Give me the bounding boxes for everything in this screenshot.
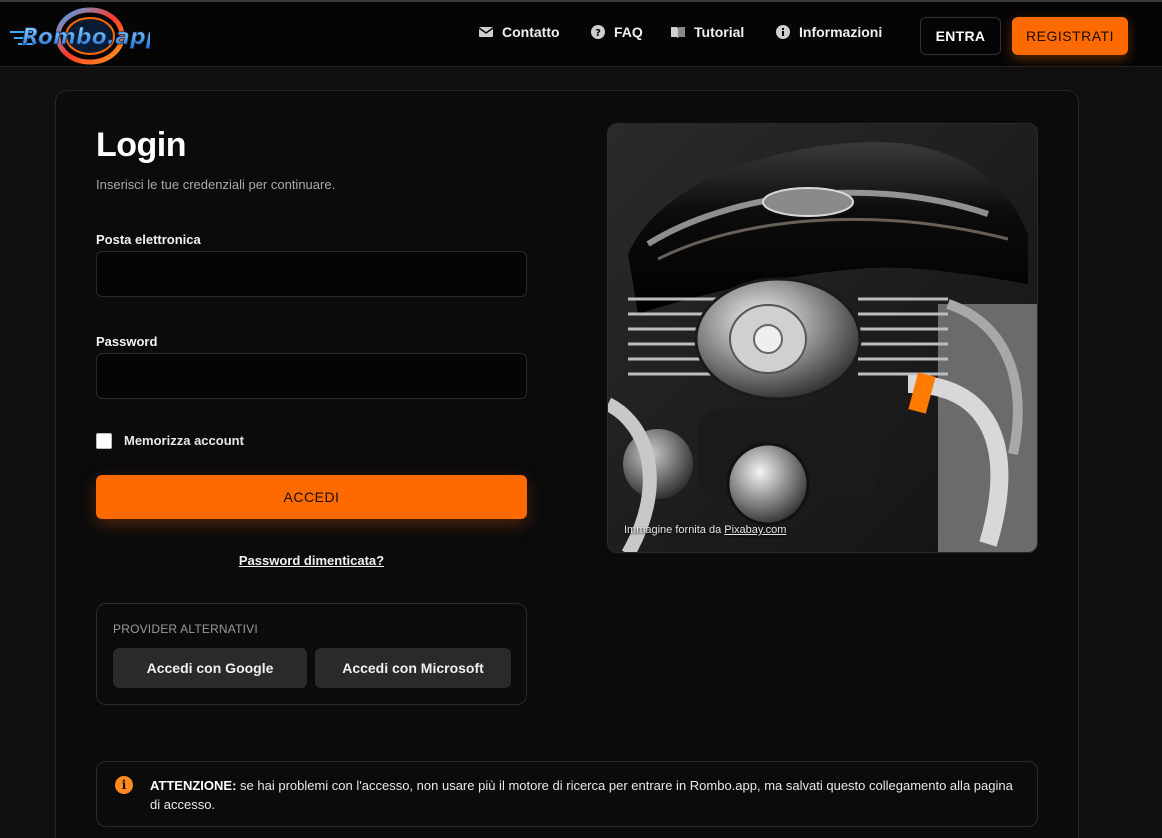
svg-text:Rombo.app: Rombo.app — [22, 25, 150, 50]
alert-message: ATTENZIONE: se hai problemi con l'access… — [150, 776, 1020, 814]
motorcycle-illustration — [608, 124, 1037, 552]
info-icon: i — [115, 776, 133, 794]
password-field[interactable] — [96, 353, 527, 399]
nav-faq-label: FAQ — [614, 24, 643, 40]
book-icon — [671, 27, 685, 38]
question-circle-icon: ? — [591, 25, 605, 39]
image-credit: Immagine fornita da Pixabay.com — [624, 524, 786, 536]
email-field[interactable] — [96, 251, 527, 297]
nav-informazioni-label: Informazioni — [799, 24, 883, 40]
page-subtitle: Inserisci le tue credenziali per continu… — [96, 177, 336, 192]
login-nav-button[interactable]: ENTRA — [920, 17, 1001, 55]
login-submit-button[interactable]: ACCEDI — [96, 475, 527, 519]
nav-contatto[interactable]: Contatto — [478, 24, 560, 40]
image-credit-prefix: Immagine fornita da — [624, 524, 722, 536]
envelope-icon — [478, 27, 494, 37]
svg-text:?: ? — [595, 28, 601, 39]
nav-contatto-label: Contatto — [502, 24, 560, 40]
remember-label[interactable]: Memorizza account — [124, 433, 244, 448]
forgot-password-link[interactable]: Password dimenticata? — [0, 553, 623, 568]
nav-faq[interactable]: ? FAQ — [590, 24, 643, 40]
register-button[interactable]: REGISTRATI — [1012, 17, 1128, 55]
rombo-logo[interactable]: Rombo.app — [8, 6, 150, 66]
google-login-button[interactable]: Accedi con Google — [113, 648, 307, 688]
email-label: Posta elettronica — [96, 232, 201, 247]
nav-informazioni[interactable]: Informazioni — [775, 24, 882, 40]
password-label: Password — [96, 334, 158, 349]
motorcycle-image: Immagine fornita da Pixabay.com — [607, 123, 1038, 553]
alert-strong: ATTENZIONE: — [150, 778, 237, 793]
microsoft-login-button[interactable]: Accedi con Microsoft — [315, 648, 511, 688]
access-warning-alert: i ATTENZIONE: se hai problemi con l'acce… — [96, 761, 1038, 827]
providers-title: PROVIDER ALTERNATIVI — [113, 622, 258, 636]
info-circle-icon — [776, 25, 790, 39]
nav-tutorial[interactable]: Tutorial — [670, 24, 744, 40]
nav-tutorial-label: Tutorial — [694, 24, 745, 40]
remember-checkbox[interactable] — [96, 433, 112, 449]
pixabay-link[interactable]: Pixabay.com — [724, 524, 786, 536]
page-title: Login — [96, 126, 187, 164]
alert-body: se hai problemi con l'accesso, non usare… — [150, 778, 1013, 812]
top-navbar: Rombo.app Contatto ? FAQ Tutorial Inform… — [0, 0, 1162, 67]
alternative-providers-panel: PROVIDER ALTERNATIVI Accedi con Google A… — [96, 603, 527, 705]
